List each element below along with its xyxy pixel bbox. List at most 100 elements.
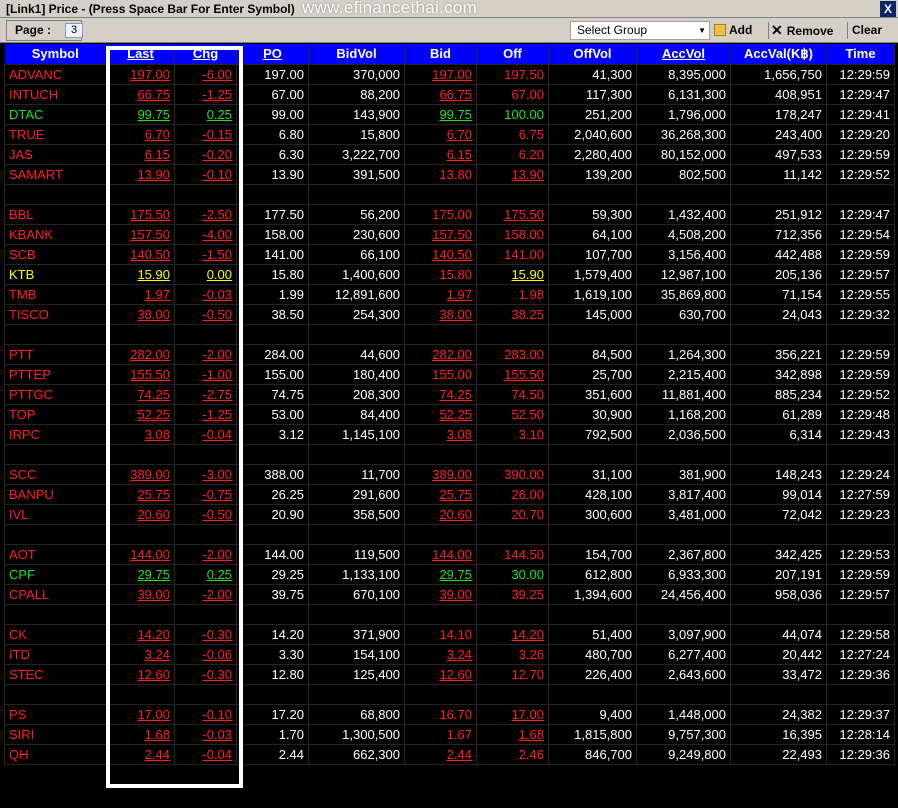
table-row[interactable]: SIRI 1.68 -0.03 1.70 1,300,500 1.67 1.68 1,815,… [4, 723, 895, 745]
cell-off: 141.00 [476, 243, 549, 265]
close-button[interactable]: X [880, 1, 896, 17]
table-row[interactable]: CK 14.20 -0.30 14.20 371,900 14.10 14.20 51,400… [4, 623, 895, 645]
column-header-offvol[interactable]: OffVol [548, 44, 637, 64]
table-row[interactable]: BANPU 25.75 -0.75 26.25 291,600 25.75 26.00 428… [4, 483, 895, 505]
cell-bid: 13.80 [404, 163, 477, 185]
cell-symbol: KBANK [4, 223, 107, 245]
cell-bid: 39.00 [404, 583, 477, 605]
table-row[interactable]: TISCO 38.00 -0.50 38.50 254,300 38.00 38.25 145… [4, 303, 895, 325]
price-grid: Symbol Last Chg PO BidVol Bid Off OffVol AccVol A… [4, 44, 895, 808]
table-row[interactable]: PTTEP 155.50 -1.00 155.00 180,400 155.00 155.5… [4, 363, 895, 385]
page-number-input[interactable]: 3 [65, 23, 83, 38]
table-row[interactable]: AOT 144.00 -2.00 144.00 119,500 144.00 144.50 1… [4, 543, 895, 565]
cell-accvol: 4,508,200 [636, 223, 731, 245]
cell-last: 12.60 [106, 663, 175, 685]
add-label: Add [729, 23, 753, 37]
table-row[interactable]: BBL 175.50 -2.50 177.50 56,200 175.00 175.50 59… [4, 203, 895, 225]
cell-bid: 197.00 [404, 63, 477, 85]
table-row[interactable]: SCC 389.00 -3.00 388.00 11,700 389.00 390.00 31… [4, 463, 895, 485]
cell-time: 12:29:59 [826, 563, 895, 585]
table-row[interactable]: JAS 6.15 -0.20 6.30 3,222,700 6.15 6.20 2,280,4… [4, 143, 895, 165]
column-header-time[interactable]: Time [826, 44, 895, 64]
table-row[interactable]: KBANK 157.50 -4.00 158.00 230,600 157.50 158.0… [4, 223, 895, 245]
table-row[interactable]: DTAC 99.75 0.25 99.00 143,900 99.75 100.00 251,… [4, 103, 895, 125]
column-header-symbol[interactable]: Symbol [4, 44, 107, 64]
cell-bidvol [308, 183, 405, 205]
cell-symbol: PTTGC [4, 383, 107, 405]
cell-bid: 20.60 [404, 503, 477, 525]
cell-accval: 6,314 [730, 423, 827, 445]
cell-bidvol: 68,800 [308, 703, 405, 725]
blank-row[interactable] [4, 683, 895, 705]
table-row[interactable]: STEC 12.60 -0.30 12.80 125,400 12.60 12.70 226,… [4, 663, 895, 685]
table-row[interactable]: INTUCH 66.75 -1.25 67.00 88,200 66.75 67.00 117… [4, 83, 895, 105]
cell-bidvol [308, 323, 405, 345]
table-row[interactable]: PTT 282.00 -2.00 284.00 44,600 282.00 283.00 84… [4, 343, 895, 365]
cell-chg: -2.75 [174, 383, 237, 405]
cell-chg: -0.10 [174, 163, 237, 185]
cell-symbol: ADVANC [4, 63, 107, 85]
cell-time: 12:27:24 [826, 643, 895, 665]
table-row[interactable]: QH 2.44 -0.04 2.44 662,300 2.44 2.46 846,700 9,2… [4, 743, 895, 765]
cell-last: 13.90 [106, 163, 175, 185]
table-row[interactable]: PS 17.00 -0.10 17.20 68,800 16.70 17.00 9,400 1,… [4, 703, 895, 725]
cell-symbol [4, 523, 107, 545]
cell-bidvol: 125,400 [308, 663, 405, 685]
blank-row[interactable] [4, 183, 895, 205]
clear-button[interactable]: Clear [852, 20, 892, 41]
table-row[interactable]: CPALL 39.00 -2.00 39.75 670,100 39.00 39.25 1,3… [4, 583, 895, 605]
blank-row[interactable] [4, 603, 895, 625]
table-row[interactable]: SCB 140.50 -1.50 141.00 66,100 140.50 141.00 10… [4, 243, 895, 265]
cell-accvol: 1,432,400 [636, 203, 731, 225]
cell-time: 12:29:59 [826, 363, 895, 385]
group-select[interactable]: Select Group ▼ [570, 21, 710, 40]
table-row[interactable]: TMB 1.97 -0.03 1.99 12,891,600 1.97 1.98 1,619,… [4, 283, 895, 305]
cell-bidvol: 670,100 [308, 583, 405, 605]
column-header-po[interactable]: PO [236, 44, 309, 64]
table-row[interactable]: TOP 52.25 -1.25 53.00 84,400 52.25 52.50 30,900… [4, 403, 895, 425]
cell-bid: 155.00 [404, 363, 477, 385]
cell-bid: 6.15 [404, 143, 477, 165]
blank-row[interactable] [4, 443, 895, 465]
table-row[interactable]: CPF 29.75 0.25 29.25 1,133,100 29.75 30.00 612,… [4, 563, 895, 585]
cell-time: 12:29:55 [826, 283, 895, 305]
cell-chg [174, 683, 237, 705]
column-header-accvol[interactable]: AccVol [636, 44, 731, 64]
table-row[interactable]: SAMART 13.90 -0.10 13.90 391,500 13.80 13.90 13… [4, 163, 895, 185]
cell-last: 175.50 [106, 203, 175, 225]
column-header-chg[interactable]: Chg [174, 44, 237, 64]
cell-off: 74.50 [476, 383, 549, 405]
column-header-bidvol[interactable]: BidVol [308, 44, 405, 64]
add-button[interactable]: Add [714, 20, 768, 41]
table-row[interactable]: ADVANC 197.00 -6.00 197.00 370,000 197.00 197.… [4, 63, 895, 85]
table-row[interactable]: IRPC 3.08 -0.04 3.12 1,145,100 3.08 3.10 792,50… [4, 423, 895, 445]
cell-po: 99.00 [236, 103, 309, 125]
add-icon [714, 24, 726, 36]
table-row[interactable]: KTB 15.90 0.00 15.80 1,400,600 15.80 15.90 1,57… [4, 263, 895, 285]
cell-offvol: 480,700 [548, 643, 637, 665]
table-row[interactable]: ITD 3.24 -0.06 3.30 154,100 3.24 3.26 480,700 6,… [4, 643, 895, 665]
cell-offvol: 30,900 [548, 403, 637, 425]
remove-button[interactable]: ✕ Remove [771, 20, 847, 41]
cell-accvol [636, 443, 731, 465]
cell-time: 12:29:52 [826, 383, 895, 405]
cell-chg: -0.10 [174, 703, 237, 725]
column-header-last[interactable]: Last [106, 44, 175, 64]
blank-row[interactable] [4, 523, 895, 545]
cell-off: 6.20 [476, 143, 549, 165]
column-header-bid[interactable]: Bid [404, 44, 477, 64]
column-header-accval-k[interactable]: AccVal(K฿) [730, 44, 827, 64]
cell-bid: 6.70 [404, 123, 477, 145]
column-header-off[interactable]: Off [476, 44, 549, 64]
cell-time: 12:29:24 [826, 463, 895, 485]
cell-off: 283.00 [476, 343, 549, 365]
cell-last [106, 183, 175, 205]
cell-po [236, 603, 309, 625]
table-row[interactable]: IVL 20.60 -0.50 20.90 358,500 20.60 20.70 300,6… [4, 503, 895, 525]
cell-time: 12:29:47 [826, 83, 895, 105]
table-row[interactable]: PTTGC 74.25 -2.75 74.75 208,300 74.25 74.50 351… [4, 383, 895, 405]
blank-row[interactable] [4, 323, 895, 345]
table-row[interactable]: TRUE 6.70 -0.15 6.80 15,800 6.70 6.75 2,040,600… [4, 123, 895, 145]
cell-bid: 1.97 [404, 283, 477, 305]
cell-po: 158.00 [236, 223, 309, 245]
